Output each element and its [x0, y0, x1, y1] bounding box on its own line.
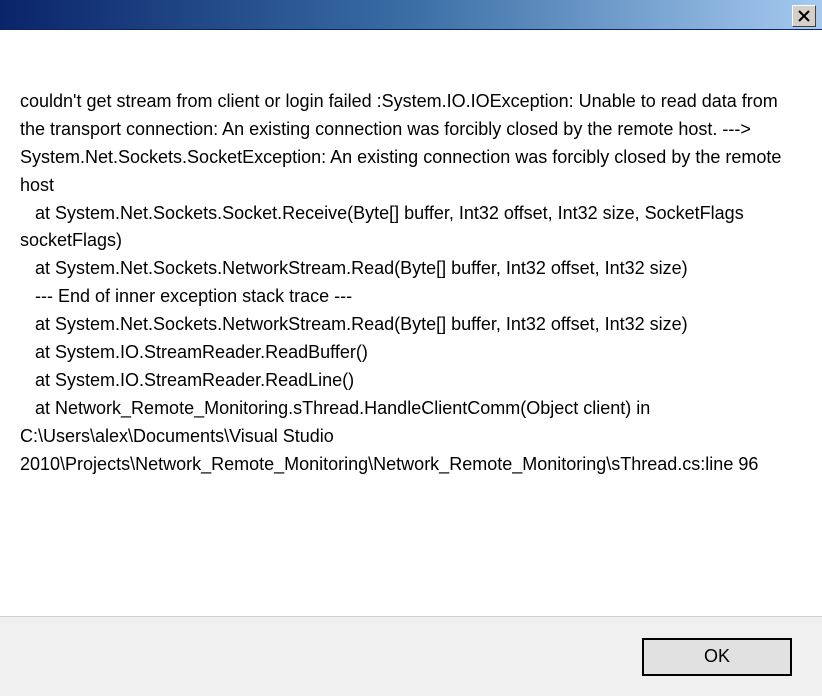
error-message-area: couldn't get stream from client or login…	[0, 30, 822, 616]
error-text-line: at System.IO.StreamReader.ReadLine()	[20, 367, 802, 395]
close-button[interactable]	[792, 5, 816, 27]
close-icon	[798, 10, 810, 22]
error-text-line: at System.IO.StreamReader.ReadBuffer()	[20, 339, 802, 367]
dialog-button-area: OK	[0, 616, 822, 696]
ok-button-label: OK	[704, 646, 730, 667]
titlebar	[0, 0, 822, 30]
error-text-line: at System.Net.Sockets.NetworkStream.Read…	[20, 311, 802, 339]
ok-button[interactable]: OK	[642, 638, 792, 676]
error-text-line: couldn't get stream from client or login…	[20, 88, 802, 200]
error-text-line: at Network_Remote_Monitoring.sThread.Han…	[20, 395, 802, 479]
error-text-line: --- End of inner exception stack trace -…	[20, 283, 802, 311]
error-text-line: at System.Net.Sockets.NetworkStream.Read…	[20, 255, 802, 283]
error-text-line: at System.Net.Sockets.Socket.Receive(Byt…	[20, 200, 802, 256]
